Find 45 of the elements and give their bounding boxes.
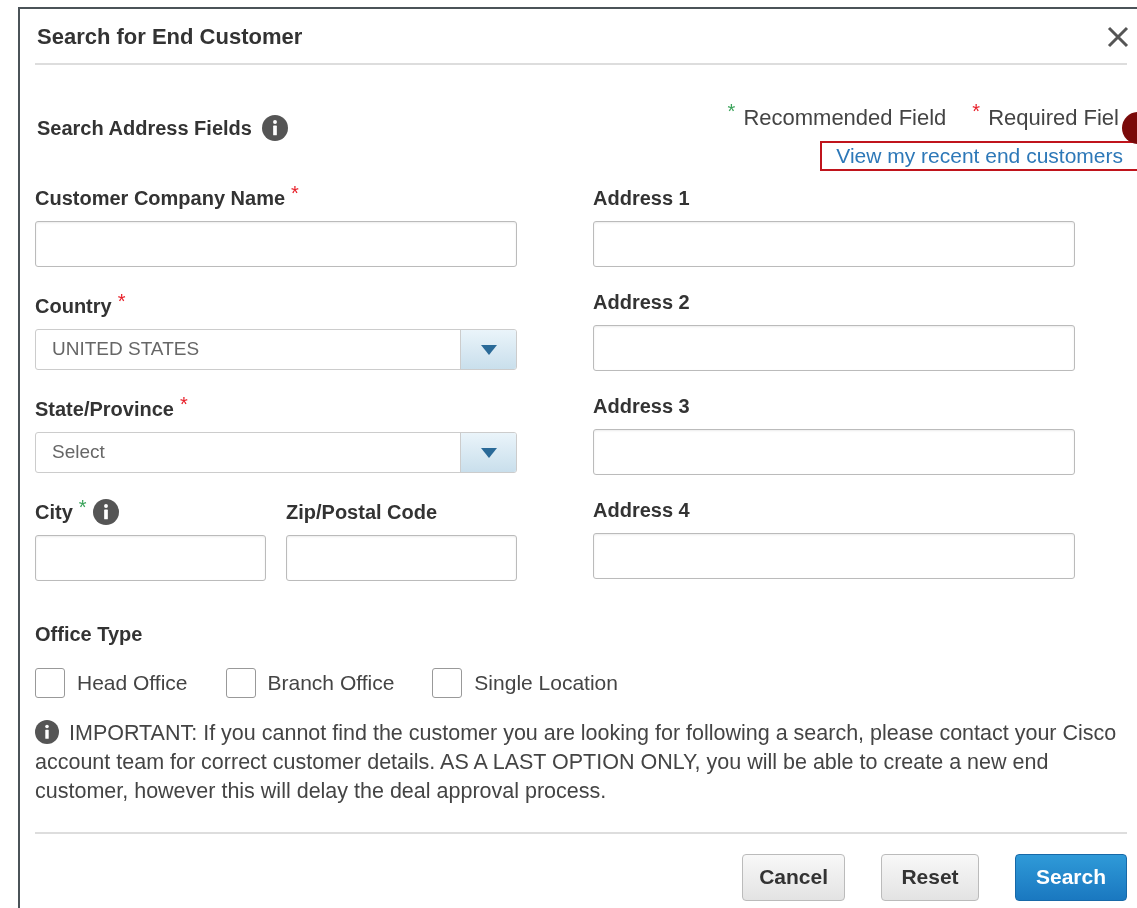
- checkbox-label: Branch Office: [267, 670, 395, 696]
- input-field[interactable]: [593, 325, 1075, 371]
- close-icon[interactable]: [1107, 25, 1129, 48]
- legend-mark: *: [727, 101, 736, 124]
- caret-icon: [480, 447, 497, 458]
- legend-label: Required Fiel: [988, 104, 1119, 132]
- input-field[interactable]: [286, 535, 517, 581]
- dialog-button[interactable]: Search: [1015, 853, 1127, 901]
- field-label: Country: [35, 294, 112, 319]
- field-mark: *: [117, 291, 126, 311]
- field-label: Address 2: [593, 290, 690, 315]
- info-icon: [92, 499, 119, 525]
- info-icon: [261, 115, 288, 141]
- select-field[interactable]: UNITED STATES: [35, 329, 517, 370]
- field-label: State/Province: [35, 397, 174, 422]
- input-field[interactable]: [35, 535, 266, 581]
- legend-label: Recommended Field: [743, 104, 947, 132]
- dialog-button[interactable]: Reset: [881, 853, 979, 901]
- checkbox-label: Single Location: [474, 670, 618, 696]
- field-label: Address 1: [593, 186, 690, 211]
- important-notice: IMPORTANT: If you cannot find the customer you are looking for following a search, please contact your Cisco account team for correct customer details. AS A LAST OPTION ONLY, you will be able to create a new end customer, however this will delay the deal approval process.: [35, 718, 1118, 805]
- input-field[interactable]: [35, 221, 517, 267]
- field-label: Customer Company Name: [35, 186, 286, 211]
- checkbox[interactable]: [225, 667, 256, 698]
- dialog-button[interactable]: Cancel: [742, 853, 845, 901]
- field-label: Address 4: [593, 498, 690, 523]
- dialog-title: Search for End Customer: [36, 23, 303, 51]
- field-mark: *: [78, 497, 87, 517]
- field-mark: *: [291, 183, 299, 203]
- office-type-label: Office Type: [35, 623, 143, 645]
- checkbox-label: Head Office: [77, 670, 188, 696]
- input-field[interactable]: [593, 429, 1075, 475]
- checkbox[interactable]: [432, 667, 463, 698]
- select-field[interactable]: Select: [35, 432, 517, 473]
- section-title: Search Address Fields: [37, 116, 252, 141]
- legend-mark: *: [972, 101, 981, 124]
- checkbox[interactable]: [35, 667, 65, 698]
- caret-icon: [480, 344, 497, 355]
- field-label: Zip/Postal Code: [286, 500, 438, 525]
- input-field[interactable]: [593, 533, 1075, 579]
- input-field[interactable]: [593, 221, 1075, 267]
- field-mark: *: [179, 394, 188, 414]
- info-icon: [35, 719, 59, 744]
- field-label: City: [35, 500, 73, 525]
- field-label: Address 3: [593, 394, 690, 419]
